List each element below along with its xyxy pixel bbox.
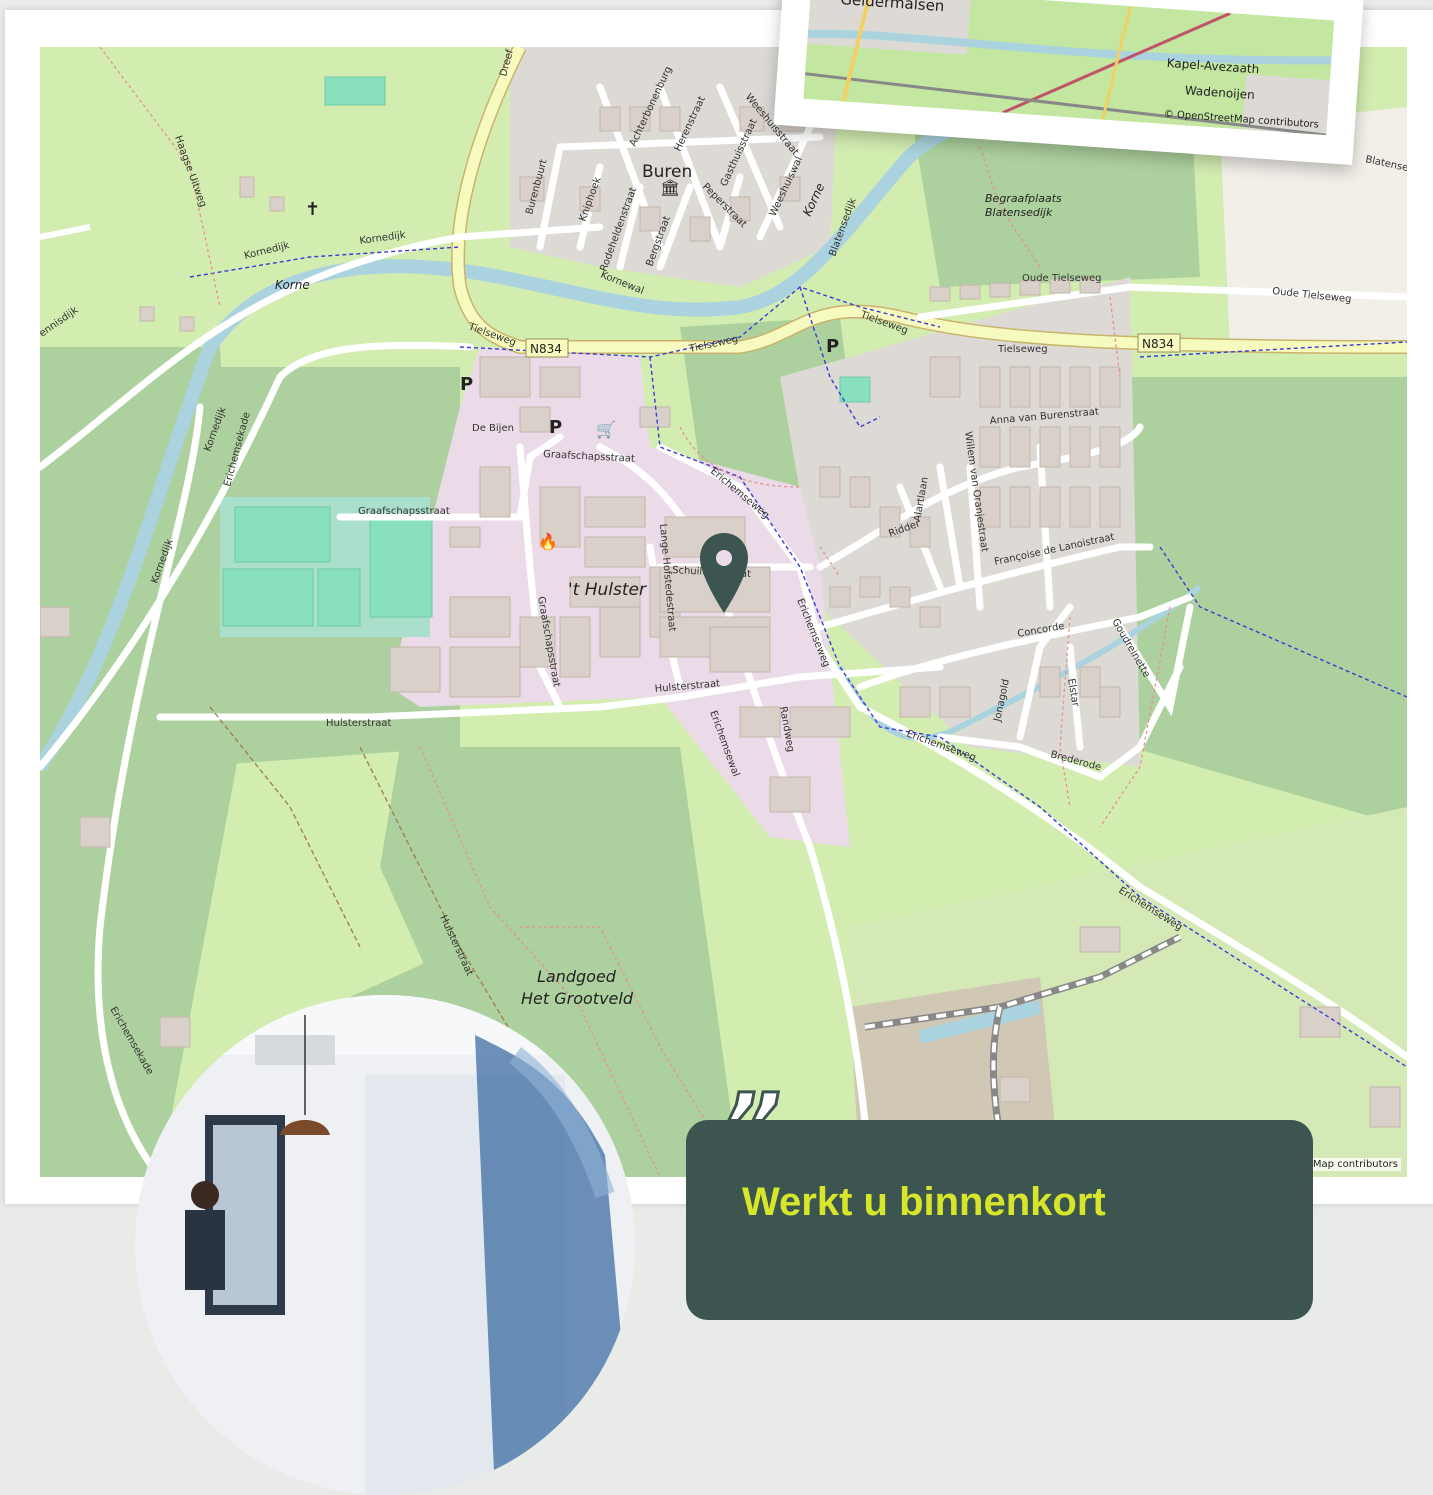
svg-text:N834: N834	[530, 342, 562, 356]
parking-icon: P	[826, 336, 839, 357]
svg-text:Oude Tielseweg: Oude Tielseweg	[1022, 273, 1101, 284]
parking-icon: P	[460, 374, 473, 395]
office-photo	[135, 995, 635, 1495]
svg-text:Hulsterstraat: Hulsterstraat	[326, 718, 392, 729]
estate-label-line2: Het Grootveld	[521, 989, 634, 1008]
road-shield-n834-east: N834	[1137, 333, 1181, 353]
shop-icon: 🛒	[596, 420, 616, 439]
church-icon: ✝	[305, 199, 320, 220]
cemetery-label-line2: Blatensedijk	[985, 206, 1053, 219]
svg-text:Tielseweg: Tielseweg	[997, 344, 1048, 355]
svg-text:Graafschapsstraat: Graafschapsstraat	[358, 506, 450, 517]
map-attribution[interactable]: Map contributors	[1309, 1158, 1401, 1171]
quote-mark-icon: ”	[720, 1074, 782, 1181]
svg-text:N834: N834	[1142, 337, 1174, 351]
cemetery-label-line1: Begraafplaats	[985, 192, 1062, 205]
estate-label-line1: Landgoed	[537, 967, 617, 986]
svg-text:De Bijen: De Bijen	[472, 423, 514, 434]
parking-icon: P	[549, 417, 562, 438]
townhall-icon: 🏛	[660, 178, 680, 197]
location-map[interactable]: Buren 't Hulster Landgoed Het Grootveld …	[40, 47, 1407, 1177]
industrial-area-label: 't Hulster	[568, 580, 647, 600]
river-label: Korne	[275, 278, 310, 292]
quote-title: Werkt u binnenkort	[742, 1180, 1106, 1224]
road-shield-n834-west: N834	[525, 338, 569, 358]
fire-station-icon: 🔥	[538, 532, 558, 551]
